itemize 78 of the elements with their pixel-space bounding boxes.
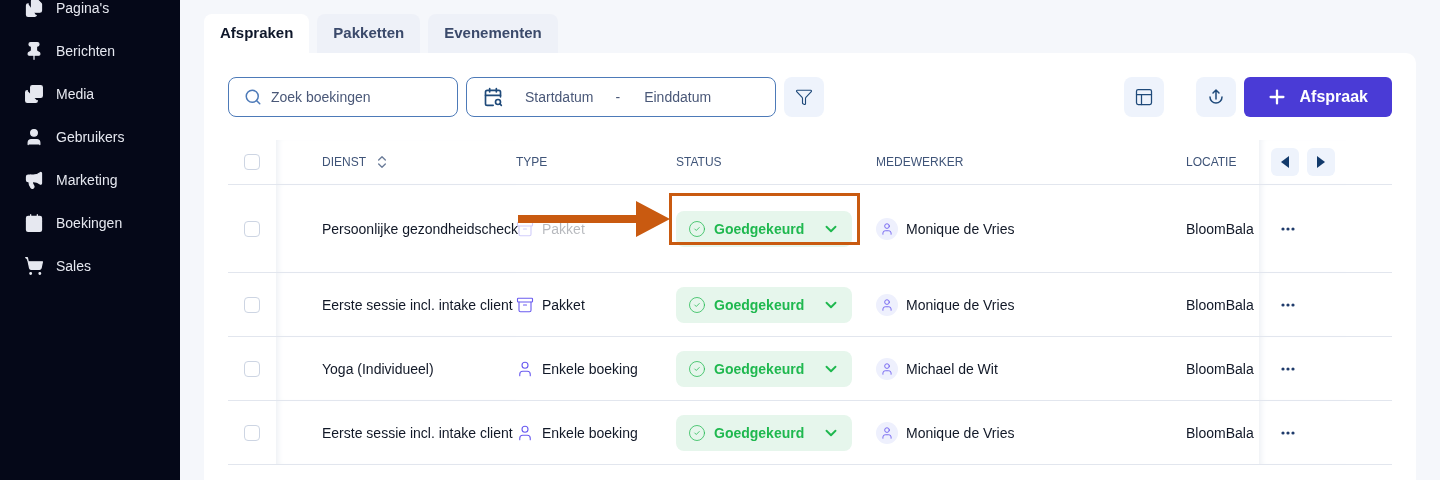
date-range-field[interactable]: Startdatum - Einddatum [466, 77, 776, 117]
start-date: Startdatum [525, 89, 594, 105]
check-circle-icon [688, 359, 706, 378]
more-options-button[interactable] [1281, 302, 1295, 307]
avatar-icon [876, 293, 898, 316]
end-date: Einddatum [644, 89, 712, 105]
columns-icon [1133, 87, 1154, 107]
sidebar-item[interactable]: Sales [24, 254, 180, 278]
more-icon [1281, 302, 1295, 307]
check-circle-icon [688, 295, 706, 314]
service-name: Eerste sessie incl. intake client [322, 424, 513, 441]
sidebar-item[interactable]: Gebruikers [24, 125, 180, 149]
tab[interactable]: Evenementen [428, 14, 558, 53]
filter-icon [795, 88, 813, 106]
column-header: MEDEWERKER [876, 155, 964, 169]
more-options-button[interactable] [1281, 430, 1295, 435]
search-icon [244, 88, 262, 106]
more-options-button[interactable] [1281, 226, 1295, 231]
sidebar-item-icon [24, 213, 44, 233]
check-circle-icon [688, 423, 706, 442]
employee-name: Monique de Vries [906, 220, 1015, 237]
sidebar-item[interactable]: Boekingen [24, 211, 180, 235]
columns-button[interactable] [1123, 77, 1164, 117]
sidebar-item-icon [24, 256, 44, 276]
check-circle-icon [688, 219, 706, 238]
column-header[interactable]: DIENST [322, 155, 366, 169]
scroll-left-button[interactable] [1270, 148, 1299, 176]
sidebar-item[interactable]: Pagina's [24, 0, 180, 20]
avatar-icon [876, 217, 898, 240]
sidebar-item[interactable]: Berichten [24, 39, 180, 63]
employee-name: Monique de Vries [906, 424, 1015, 441]
more-icon [1281, 226, 1295, 231]
filter-button[interactable] [784, 77, 824, 117]
more-icon [1281, 430, 1295, 435]
location-name: BloomBala [1186, 220, 1254, 237]
sidebar-item[interactable]: Media [24, 82, 180, 106]
row-checkbox[interactable] [244, 360, 260, 377]
location-name: BloomBala [1186, 424, 1254, 441]
more-options-button[interactable] [1281, 366, 1295, 371]
column-header: LOCATIE [1186, 155, 1237, 169]
column-header: STATUS [676, 155, 722, 169]
sidebar-item-icon [24, 170, 44, 190]
column-header: TYPE [516, 155, 548, 169]
row-checkbox[interactable] [244, 424, 260, 441]
more-icon [1281, 366, 1295, 371]
row-checkbox[interactable] [244, 220, 260, 237]
person-icon [516, 423, 534, 442]
employee-name: Michael de Wit [906, 360, 998, 377]
booking-type: Pakket [542, 220, 585, 237]
person-icon [516, 359, 534, 378]
select-all-checkbox[interactable] [244, 154, 260, 170]
booking-type: Enkele boeking [542, 424, 638, 441]
date-separator: - [615, 89, 621, 105]
location-name: BloomBala [1186, 296, 1254, 313]
sidebar-item[interactable]: Marketing [24, 168, 180, 192]
employee-name: Monique de Vries [906, 296, 1015, 313]
row-checkbox[interactable] [244, 296, 260, 313]
avatar-icon [876, 357, 898, 380]
calendar-icon [483, 87, 503, 107]
sidebar-item-icon [24, 84, 44, 104]
search-field[interactable]: Zoek boekingen [228, 77, 458, 117]
sidebar-item-icon [24, 0, 44, 18]
booking-type: Enkele boeking [542, 360, 638, 377]
location-name: BloomBala [1186, 360, 1254, 377]
box-icon [516, 295, 534, 314]
triangle-right-icon [1316, 156, 1325, 168]
tab[interactable]: Afspraken [204, 14, 310, 53]
tab[interactable]: Pakketten [317, 14, 421, 53]
box-icon [516, 219, 534, 238]
service-name: Eerste sessie incl. intake client [322, 296, 513, 313]
avatar-icon [876, 421, 898, 444]
scroll-right-button[interactable] [1306, 148, 1335, 176]
booking-type: Pakket [542, 296, 585, 313]
add-appointment-button[interactable]: Afspraak [1243, 77, 1392, 117]
triangle-left-icon [1280, 156, 1289, 168]
upload-button[interactable] [1195, 77, 1236, 117]
service-name: Persoonlijke gezondheidscheck [322, 220, 519, 237]
service-name: Yoga (Individueel) [322, 360, 434, 377]
